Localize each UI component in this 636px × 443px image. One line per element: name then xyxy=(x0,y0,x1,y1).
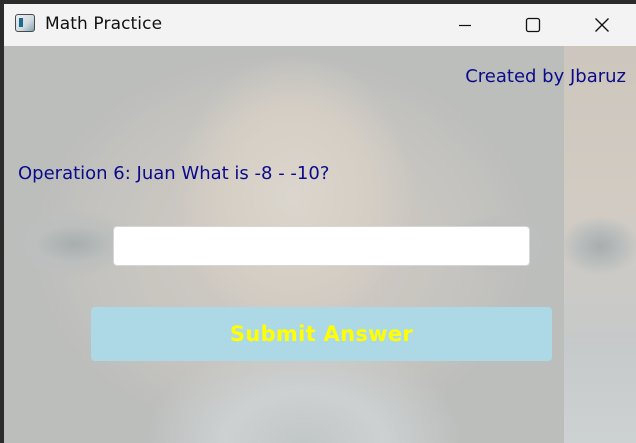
app-window: Math Practice Created by Jbaruz Operatio… xyxy=(4,4,636,443)
minimize-icon xyxy=(459,24,471,27)
maximize-icon xyxy=(525,17,541,33)
title-bar[interactable]: Math Practice xyxy=(4,4,636,46)
close-button[interactable] xyxy=(579,4,625,46)
submit-answer-label: Submit Answer xyxy=(229,322,414,346)
maximize-button[interactable] xyxy=(510,4,556,46)
close-icon xyxy=(595,18,609,32)
client-area: Created by Jbaruz Operation 6: Juan What… xyxy=(4,46,636,443)
submit-answer-button[interactable]: Submit Answer xyxy=(91,307,552,361)
app-window-icon xyxy=(15,14,35,32)
answer-input[interactable] xyxy=(113,226,530,266)
credit-label: Created by Jbaruz xyxy=(465,66,626,87)
window-title: Math Practice xyxy=(45,14,163,34)
question-label: Operation 6: Juan What is -8 - -10? xyxy=(18,163,330,184)
minimize-button[interactable] xyxy=(442,4,488,46)
